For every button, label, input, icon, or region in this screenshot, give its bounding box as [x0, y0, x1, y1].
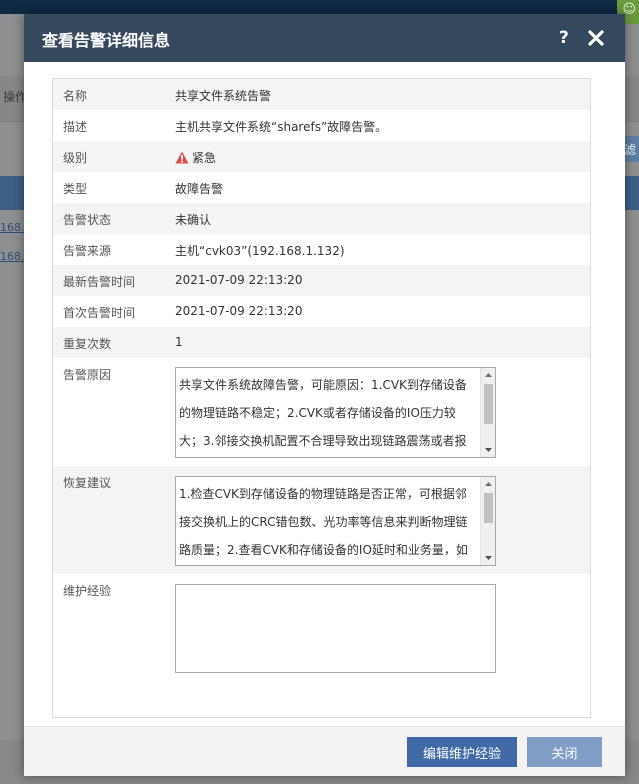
scroll-down-arrow-icon[interactable]: [481, 443, 495, 457]
field-label: 维护经验: [63, 584, 112, 598]
field-label: 恢复建议: [63, 476, 112, 490]
edit-experience-button[interactable]: 编辑维护经验: [407, 737, 517, 767]
field-row-latest-time: 最新告警时间 2021-07-09 22:13:20: [53, 265, 590, 296]
field-value-first-time: 2021-07-09 22:13:20: [175, 304, 303, 318]
field-row-first-time: 首次告警时间 2021-07-09 22:13:20: [53, 296, 590, 327]
dialog-header: 查看告警详细信息 ?: [24, 14, 625, 62]
level-text: 紧急: [192, 151, 217, 165]
cause-scrollbar[interactable]: [480, 368, 495, 457]
cause-textarea[interactable]: 共享文件系统故障告警，可能原因：1.CVK到存储设备的物理链路不稳定；2.CVK…: [175, 367, 496, 458]
field-row-level: 级别 紧急: [53, 141, 590, 172]
suggestion-text: 1.检查CVK到存储设备的物理链路是否正常，可根据邻接交换机上的CRC错包数、光…: [179, 487, 468, 557]
field-row-name: 名称 共享文件系统告警: [53, 79, 590, 110]
field-label: 级别: [63, 151, 88, 165]
field-label: 告警来源: [63, 244, 112, 258]
field-label: 类型: [63, 182, 88, 196]
field-label: 告警状态: [63, 213, 112, 227]
scroll-down-arrow-icon[interactable]: [481, 551, 495, 565]
background-top-bar: [0, 0, 639, 14]
field-value-repeat-count: 1: [175, 335, 183, 349]
close-button[interactable]: 关闭: [527, 737, 602, 767]
field-value-status: 未确认: [175, 213, 212, 227]
field-value-type: 故障告警: [175, 182, 224, 196]
field-row-description: 描述 主机共享文件系统“sharefs”故障告警。: [53, 110, 590, 141]
suggestion-scroll-thumb[interactable]: [484, 493, 493, 523]
field-row-cause: 告警原因 共享文件系统故障告警，可能原因：1.CVK到存储设备的物理链路不稳定；…: [53, 358, 590, 466]
suggestion-scrollbar[interactable]: [480, 477, 495, 565]
field-label: 首次告警时间: [63, 306, 136, 320]
field-row-experience: 维护经验: [53, 574, 590, 684]
field-row-type: 类型 故障告警: [53, 172, 590, 203]
field-value-name: 共享文件系统告警: [175, 89, 272, 103]
field-value-level: 紧急: [175, 149, 216, 167]
field-value-description: 主机共享文件系统“sharefs”故障告警。: [175, 120, 388, 134]
detail-panel: 名称 共享文件系统告警 描述 主机共享文件系统“sharefs”故障告警。 级别…: [52, 78, 591, 718]
field-row-status: 告警状态 未确认: [53, 203, 590, 234]
field-row-repeat-count: 重复次数 1: [53, 327, 590, 358]
field-label: 名称: [63, 89, 88, 103]
alarm-detail-dialog: 查看告警详细信息 ? 名称 共享文件系统告警 描述 主机共享文件系统“share…: [24, 14, 625, 776]
field-value-latest-time: 2021-07-09 22:13:20: [175, 273, 303, 287]
dialog-footer: 编辑维护经验 关闭: [24, 726, 625, 776]
experience-textarea[interactable]: [175, 584, 496, 673]
dialog-title: 查看告警详细信息: [42, 31, 171, 50]
field-label: 告警原因: [63, 368, 112, 382]
close-icon[interactable]: [585, 27, 607, 49]
field-label: 描述: [63, 120, 88, 134]
field-label: 重复次数: [63, 337, 112, 351]
field-row-source: 告警来源 主机“cvk03”(192.168.1.132): [53, 234, 590, 265]
field-row-suggestion: 恢复建议 1.检查CVK到存储设备的物理链路是否正常，可根据邻接交换机上的CRC…: [53, 466, 590, 574]
field-value-source: 主机“cvk03”(192.168.1.132): [175, 244, 345, 258]
help-button[interactable]: ?: [559, 28, 569, 48]
suggestion-textarea[interactable]: 1.检查CVK到存储设备的物理链路是否正常，可根据邻接交换机上的CRC错包数、光…: [175, 476, 496, 566]
scroll-up-arrow-icon[interactable]: [481, 368, 495, 382]
scroll-up-arrow-icon[interactable]: [481, 477, 495, 491]
alert-triangle-icon: [175, 151, 189, 167]
cause-scroll-thumb[interactable]: [484, 384, 493, 424]
field-label: 最新告警时间: [63, 275, 136, 289]
cause-text: 共享文件系统故障告警，可能原因：1.CVK到存储设备的物理链路不稳定；2.CVK…: [179, 378, 467, 448]
